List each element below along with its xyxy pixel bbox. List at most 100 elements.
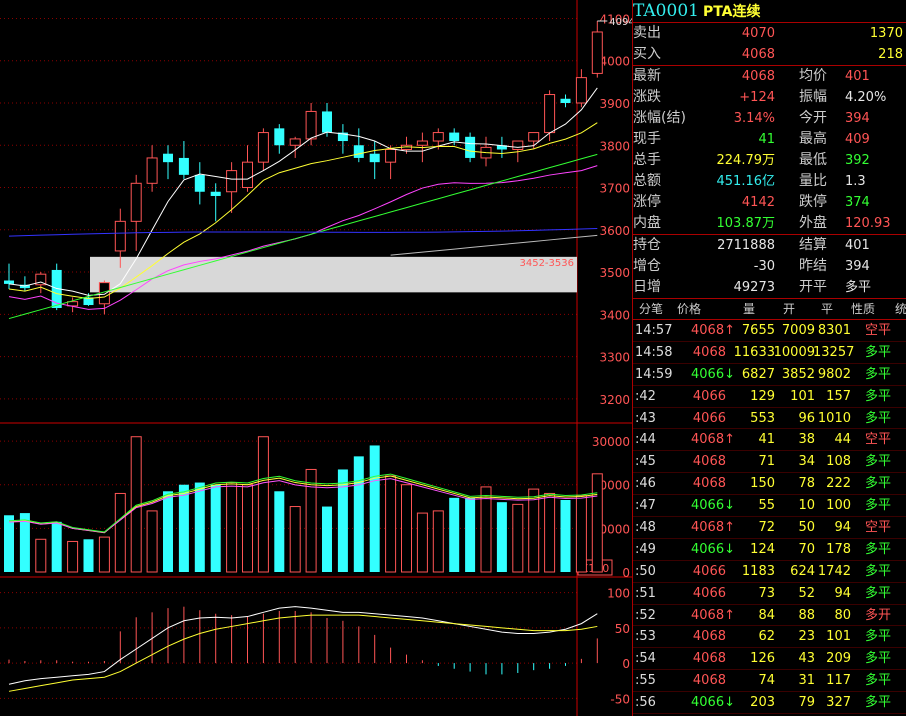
- stat-row: 总额 451.16亿 量比 1.3: [633, 171, 906, 192]
- tick-price-value: 4068: [692, 454, 726, 470]
- stat-value: 394: [845, 259, 870, 274]
- stat-value: 2711888: [717, 238, 775, 253]
- stat-label: 最新: [633, 68, 661, 84]
- volume-bar: [432, 510, 444, 573]
- candle-body: [575, 77, 587, 104]
- tick-row[interactable]: :42 4066 129 101 157 多平: [633, 386, 906, 408]
- candle-body: [369, 153, 380, 163]
- stat-row: 持仓 2711888 结算 401: [633, 235, 906, 256]
- tick-time: :44: [635, 432, 656, 448]
- tick-row[interactable]: 14:59 4066↓ 6827 3852 9802 多平: [633, 364, 906, 386]
- instrument-name: PTA连续: [702, 4, 761, 20]
- stat-value: 4068: [741, 69, 775, 84]
- stat-value: 4.20%: [845, 90, 887, 105]
- candle-body: [226, 170, 238, 193]
- tick-time: :51: [635, 585, 656, 601]
- tick-row[interactable]: :55 4068 74 31 117 多平: [633, 670, 906, 693]
- stat-label: 最高: [799, 131, 827, 147]
- stat-label: 最低: [799, 152, 827, 168]
- tick-close: 157: [826, 388, 851, 404]
- tick-row[interactable]: :47 4066↓ 55 10 100 多平: [633, 495, 906, 518]
- candle-body: [242, 161, 253, 189]
- volume-ma-line: [8, 475, 598, 534]
- tick-close: 101: [826, 629, 851, 645]
- tick-price-value: 4066: [691, 541, 725, 557]
- tick-time: :53: [635, 629, 656, 645]
- tick-time: :54: [635, 651, 656, 667]
- tick-close: 94: [834, 585, 851, 601]
- volume-bar: [385, 475, 397, 573]
- tick-row[interactable]: :50 4066 1183 624 1742 多平: [633, 561, 906, 583]
- ma60-line: [8, 153, 598, 320]
- stat-label: 总额: [633, 173, 661, 189]
- volume-bar: [83, 539, 94, 572]
- tick-open: 38: [798, 432, 815, 448]
- candle-body: [449, 132, 460, 142]
- tick-volume: 126: [750, 651, 775, 667]
- tick-row[interactable]: :48 4068↑ 72 50 94 空平: [633, 517, 906, 539]
- candle-body: [146, 157, 158, 184]
- kline-chart[interactable]: 3452-35364100400039003800370036003500340…: [0, 0, 632, 716]
- volume-bar: [528, 488, 540, 573]
- tick-close: 9802: [817, 366, 851, 382]
- stat-value: 394: [845, 111, 870, 126]
- volume-ma3-line: [8, 473, 598, 533]
- tick-price: 4066: [671, 386, 735, 407]
- stat-value: 1.3: [845, 174, 866, 189]
- volume-bar: [401, 484, 412, 573]
- stat-value: 224.79万: [716, 153, 776, 168]
- tick-row[interactable]: 14:58 4068 11633 10009 13257 多平: [633, 342, 906, 364]
- tick-time: :55: [635, 673, 656, 689]
- tick-row[interactable]: :56 4066↓ 203 79 327 多平: [633, 692, 906, 715]
- stat-label: 结算: [799, 237, 827, 253]
- tick-time: :52: [635, 607, 656, 623]
- tick-row[interactable]: :46 4068 150 78 222 多平: [633, 473, 906, 496]
- tick-price: 4068: [671, 670, 735, 691]
- tick-close: 222: [826, 476, 851, 492]
- tick-row[interactable]: :45 4068 71 34 108 多平: [633, 451, 906, 474]
- volume-ma2-line: [8, 478, 598, 534]
- tick-time: :45: [635, 454, 656, 470]
- tick-price: 4068: [671, 626, 735, 647]
- stat-label: 外盘: [799, 215, 827, 231]
- tick-row[interactable]: :44 4068↑ 41 38 44 空平: [633, 429, 906, 452]
- stat-label: 增仓: [633, 258, 661, 274]
- tick-price-value: 4068: [691, 520, 725, 536]
- tick-nature: 多平: [865, 498, 892, 514]
- stat-value: 120.93: [845, 216, 891, 231]
- tick-price-value: 4066: [692, 388, 726, 404]
- tick-time: :42: [635, 388, 656, 404]
- tick-open: 10009: [773, 344, 815, 360]
- stat-row: 涨停 4142 跌停 374: [633, 192, 906, 213]
- stat-row: 内盘 103.87万 外盘 120.93: [633, 213, 906, 234]
- ma250-line: [390, 234, 598, 256]
- ticks-list[interactable]: 14:57 4068↑ 7655 7009 8301 空平 14:58 4068 11633 1…: [633, 320, 906, 716]
- tick-nature: 多平: [865, 585, 892, 601]
- stat-label: 振幅: [799, 89, 827, 105]
- candle-body: [322, 111, 332, 133]
- tick-volume: 203: [750, 695, 775, 711]
- tick-open: 23: [798, 629, 815, 645]
- tick-row[interactable]: :54 4068 126 43 209 多平: [633, 648, 906, 671]
- tick-price: 4068↑: [671, 605, 735, 626]
- volume-bar: [591, 473, 603, 573]
- tick-row[interactable]: :53 4068 62 23 101 多平: [633, 626, 906, 649]
- tick-close: 327: [826, 695, 851, 711]
- tick-open: 78: [798, 476, 815, 492]
- tick-open: 101: [790, 388, 815, 404]
- tick-time: :46: [635, 476, 656, 492]
- tick-row[interactable]: :52 4068↑ 84 88 80 多开: [633, 605, 906, 627]
- tick-close: 100: [826, 498, 851, 514]
- tick-price-value: 4066: [691, 498, 725, 514]
- candle-body: [591, 31, 603, 74]
- tick-row[interactable]: :43 4066 553 96 1010 多平: [633, 408, 906, 430]
- tick-open: 70: [798, 541, 815, 557]
- tick-row[interactable]: :49 4066↓ 124 70 178 多平: [633, 539, 906, 561]
- tick-price-value: 4068: [691, 323, 725, 338]
- ticks-header-cell: 分笔: [639, 302, 664, 316]
- volume-bar: [353, 456, 364, 572]
- tick-price-value: 4068: [692, 476, 726, 492]
- tick-nature: 多平: [865, 454, 892, 470]
- tick-row[interactable]: 14:57 4068↑ 7655 7009 8301 空平: [633, 320, 906, 342]
- tick-row[interactable]: :51 4066 73 52 94 多平: [633, 583, 906, 605]
